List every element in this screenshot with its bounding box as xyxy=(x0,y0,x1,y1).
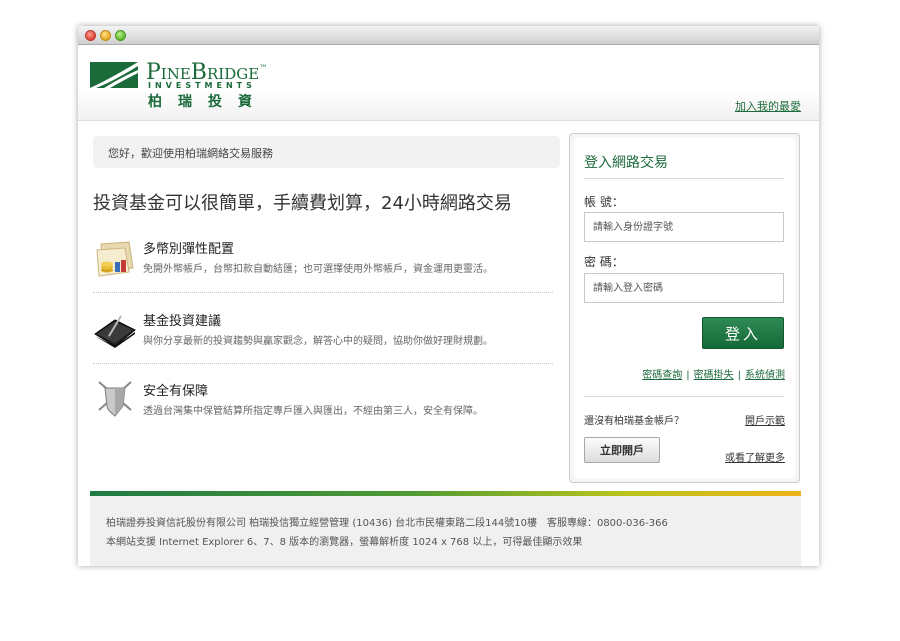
add-favorite-link[interactable]: 加入我的最愛 xyxy=(735,98,801,114)
link-separator: | xyxy=(737,370,741,381)
feature-title: 安全有保障 xyxy=(143,384,209,399)
system-check-link[interactable]: 系統偵測 xyxy=(745,370,785,381)
browser-window: PineBridge™ INVESTMENTS 柏瑞投資 加入我的最愛 您好，歡… xyxy=(78,26,819,566)
password-input[interactable] xyxy=(584,273,784,303)
login-title: 登入網路交易 xyxy=(584,155,668,171)
login-panel-inner: 登入網路交易 帳 號： 密 碼： 登入 密碼查詢|密碼掛失|系統偵測 還沒有柏瑞… xyxy=(574,138,795,478)
site-footer: 柏瑞證券投資信託股份有限公司 柏瑞投信獨立經營管理 (10436) 台北市民權東… xyxy=(90,496,801,566)
password-query-link[interactable]: 密碼查詢 xyxy=(642,370,682,381)
password-report-lost-link[interactable]: 密碼掛失 xyxy=(694,370,734,381)
open-account-button[interactable]: 立即開戶 xyxy=(584,437,660,463)
welcome-banner: 您好，歡迎使用柏瑞網絡交易服務 xyxy=(93,136,560,168)
feature-title: 多幣別彈性配置 xyxy=(143,242,235,257)
coins-folder-icon xyxy=(96,241,134,277)
feature-description: 免開外幣帳戶，台幣扣款自動結匯；也可選擇使用外幣帳戶，資金運用更靈活。 xyxy=(143,264,493,275)
close-window-icon[interactable] xyxy=(85,30,96,41)
minimize-window-icon[interactable] xyxy=(100,30,111,41)
footer-browser-support: 本網站支援 Internet Explorer 6、7、8 版本的瀏覽器，螢幕解… xyxy=(106,537,583,548)
account-label: 帳 號： xyxy=(584,195,624,209)
login-button[interactable]: 登入 xyxy=(702,317,784,349)
feature-divider xyxy=(93,363,553,364)
pinebridge-logo-icon xyxy=(90,62,138,88)
feature-multi-currency: 多幣別彈性配置 免開外幣帳戶，台幣扣款自動結匯；也可選擇使用外幣帳戶，資金運用更… xyxy=(93,238,553,298)
account-demo-link[interactable]: 開戶示範 xyxy=(745,412,785,427)
learn-more-link[interactable]: 或看了解更多 xyxy=(725,449,785,464)
feature-description: 與你分享最新的投資趨勢與贏家觀念，解答心中的疑問，協助你做好理財規劃。 xyxy=(143,336,493,347)
password-label: 密 碼： xyxy=(584,255,624,269)
account-input[interactable] xyxy=(584,212,784,242)
no-account-text: 還沒有柏瑞基金帳戶？ xyxy=(584,416,684,427)
feature-divider xyxy=(93,292,553,293)
window-titlebar xyxy=(78,26,819,45)
login-divider xyxy=(584,396,784,397)
feature-investment-advice: 基金投資建議 與你分享最新的投資趨勢與贏家觀念，解答心中的疑問，協助你做好理財規… xyxy=(93,310,553,370)
page-headline: 投資基金可以很簡單，手續費划算，24小時網路交易 xyxy=(93,193,512,214)
pinebridge-logo[interactable]: PineBridge™ INVESTMENTS 柏瑞投資 xyxy=(90,60,310,110)
site-header: PineBridge™ INVESTMENTS 柏瑞投資 加入我的最愛 xyxy=(78,46,819,121)
notebook-pen-icon xyxy=(94,315,136,348)
maximize-window-icon[interactable] xyxy=(115,30,126,41)
feature-description: 透過台灣集中保管結算所指定專戶匯入與匯出，不經由第三人，安全有保障。 xyxy=(143,406,483,417)
password-links: 密碼查詢 | 密碼掛失 | 系統偵測 xyxy=(642,366,785,381)
login-divider xyxy=(584,178,784,179)
shield-swords-icon xyxy=(98,381,132,417)
link-separator: | xyxy=(686,370,690,381)
logo-chinese-name: 柏瑞投資 xyxy=(148,94,268,110)
feature-title: 基金投資建議 xyxy=(143,314,222,329)
login-panel: 登入網路交易 帳 號： 密 碼： 登入 密碼查詢|密碼掛失|系統偵測 還沒有柏瑞… xyxy=(569,133,800,483)
footer-company-info: 柏瑞證券投資信託股份有限公司 柏瑞投信獨立經營管理 (10436) 台北市民權東… xyxy=(106,518,668,529)
logo-subtitle: INVESTMENTS xyxy=(148,81,256,90)
feature-security: 安全有保障 透過台灣集中保管結算所指定專戶匯入與匯出，不經由第三人，安全有保障。 xyxy=(93,380,553,440)
